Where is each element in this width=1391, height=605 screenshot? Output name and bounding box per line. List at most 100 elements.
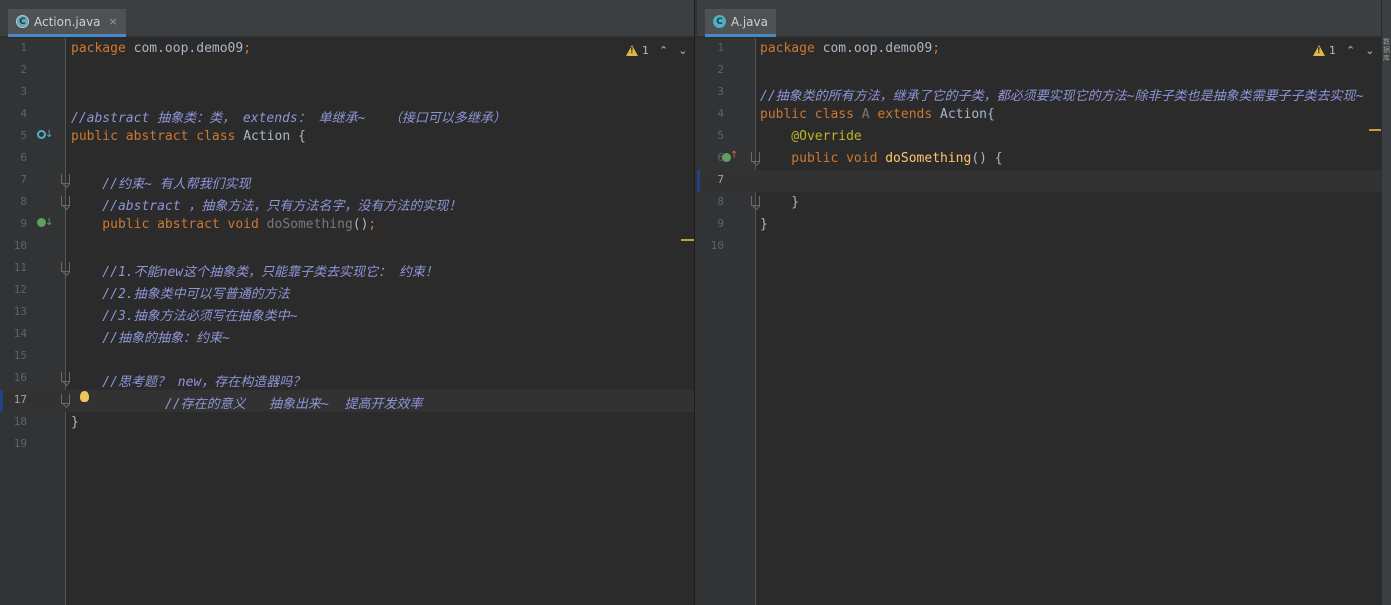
code-line[interactable]: 5 public abstract class Action { xyxy=(0,126,694,148)
code-line[interactable]: 1 package com.oop.demo09; xyxy=(0,38,694,60)
code-line[interactable]: 19 xyxy=(0,434,694,456)
line-number: 12 xyxy=(13,283,27,296)
warning-icon xyxy=(1313,45,1325,56)
code-line[interactable]: 5 @Override xyxy=(697,126,1381,148)
fold-icon[interactable] xyxy=(751,152,760,162)
line-number: 1 xyxy=(20,41,27,54)
code-token: //abstract ，抽象方法，只有方法名字，没有方法的实现！ xyxy=(71,199,462,214)
implemented-down-arrow-icon: ↓ xyxy=(45,217,54,228)
warning-icon xyxy=(626,45,638,56)
code-token: } xyxy=(760,195,800,210)
editor-pane-action: C Action.java × 1 package com.oop.demo09;… xyxy=(0,0,694,605)
code-line[interactable]: 3 xyxy=(0,82,694,104)
warning-stripe-marker[interactable] xyxy=(681,239,694,241)
code-line[interactable]: 14 //抽象的抽象：约束~ xyxy=(0,324,694,346)
code-line[interactable]: 2 xyxy=(0,60,694,82)
line-number: 16 xyxy=(13,371,27,384)
code-text: public abstract void doSomething(); xyxy=(71,217,376,232)
previous-highlight-icon[interactable]: ⌃ xyxy=(659,44,668,57)
code-text: //3.抽象方法必须写在抽象类中~ xyxy=(71,305,297,324)
lightbulb-icon[interactable] xyxy=(80,391,89,402)
fold-icon[interactable] xyxy=(61,372,70,382)
code-line[interactable]: 1 package com.oop.demo09; xyxy=(697,38,1381,60)
code-token: public class xyxy=(760,107,862,122)
fold-icon[interactable] xyxy=(61,394,70,404)
code-text: public void doSomething() { xyxy=(760,151,1002,166)
code-text: public abstract class Action { xyxy=(71,129,306,144)
code-token: A xyxy=(861,107,878,122)
fold-icon[interactable] xyxy=(61,262,70,272)
code-text: } xyxy=(760,195,799,210)
code-token: ; xyxy=(243,41,252,56)
next-highlight-icon[interactable]: ⌄ xyxy=(1365,44,1374,57)
code-token: Action{ xyxy=(940,107,995,122)
inspection-widget[interactable]: 1 ⌃ ⌄ xyxy=(1313,44,1374,57)
inspection-widget[interactable]: 1 ⌃ ⌄ xyxy=(626,44,687,57)
code-line[interactable]: 10 xyxy=(697,236,1381,258)
code-line[interactable]: 18} xyxy=(0,412,694,434)
code-text: //2.抽象类中可以写普通的方法 xyxy=(71,283,290,302)
code-line[interactable]: 2 xyxy=(697,60,1381,82)
code-token: //2.抽象类中可以写普通的方法 xyxy=(71,287,290,302)
fold-icon[interactable] xyxy=(751,196,760,206)
line-number: 8 xyxy=(717,195,724,208)
fold-icon[interactable] xyxy=(61,196,70,206)
previous-highlight-icon[interactable]: ⌃ xyxy=(1346,44,1355,57)
editor-tab-bar: C A.java xyxy=(697,0,1381,37)
code-line[interactable]: 3 //抽象类的所有方法，继承了它的子类，都必须要实现它的方法~除非子类也是抽象类… xyxy=(697,82,1381,104)
code-line[interactable]: 12 //2.抽象类中可以写普通的方法 xyxy=(0,280,694,302)
code-line[interactable]: 4 //abstract 抽象类：类， extends： 单继承~ （接口可以多继… xyxy=(0,104,694,126)
code-text: //abstract ，抽象方法，只有方法名字，没有方法的实现！ xyxy=(71,195,461,214)
next-highlight-icon[interactable]: ⌄ xyxy=(678,44,687,57)
code-token: ; xyxy=(932,41,941,56)
code-line[interactable]: 9} xyxy=(697,214,1381,236)
line-number: 2 xyxy=(20,63,27,76)
code-token: package xyxy=(71,41,134,56)
code-text: //抽象的抽象：约束~ xyxy=(71,327,230,346)
warning-count: 1 xyxy=(1329,44,1336,57)
code-token: } xyxy=(760,217,768,232)
code-text: //思考题？ new，存在构造器吗？ xyxy=(71,371,305,390)
line-number: 6 xyxy=(717,151,724,164)
line-number: 10 xyxy=(13,239,27,252)
code-line[interactable]: 8 //abstract ，抽象方法，只有方法名字，没有方法的实现！ xyxy=(0,192,694,214)
code-line[interactable]: 11 //1.不能new这个抽象类，只能靠子类去实现它： 约束！ xyxy=(0,258,694,280)
tab-action-java[interactable]: C Action.java × xyxy=(8,9,126,37)
code-token: extends xyxy=(877,107,941,122)
code-line[interactable]: 15 xyxy=(0,346,694,368)
code-line[interactable]: 4 public class A extends Action{ xyxy=(697,104,1381,126)
database-strip-label: 数据库 xyxy=(1383,38,1390,62)
code-token: @Override xyxy=(760,129,862,144)
code-line[interactable]: 8 } xyxy=(697,192,1381,214)
abstract-class-icon: C xyxy=(16,15,29,28)
code-token: public void xyxy=(760,151,886,166)
line-number: 13 xyxy=(13,305,27,318)
warning-stripe-marker[interactable] xyxy=(1369,129,1381,131)
code-line[interactable]: 17 //存在的意义 抽象出来~ 提高开发效率 xyxy=(0,390,694,412)
code-token: public abstract void xyxy=(71,217,267,232)
code-token: //存在的意义 抽象出来~ 提高开发效率 xyxy=(71,397,423,412)
database-tool-window-strip[interactable]: 数据库 xyxy=(1381,0,1391,605)
line-number: 5 xyxy=(20,129,27,142)
code-token: doSomething xyxy=(885,151,972,166)
code-text: } xyxy=(760,217,768,232)
code-token: Action { xyxy=(243,129,306,144)
code-line[interactable]: 10 xyxy=(0,236,694,258)
line-number: 9 xyxy=(20,217,27,230)
close-icon[interactable]: × xyxy=(109,15,118,28)
implemented-down-arrow-icon: ↓ xyxy=(45,129,54,140)
code-line[interactable]: 6 xyxy=(0,148,694,170)
code-line[interactable]: 9 public abstract void doSomething(); xyxy=(0,214,694,236)
line-number: 14 xyxy=(13,327,27,340)
code-line[interactable]: 7 xyxy=(697,170,1381,192)
code-line[interactable]: 6 public void doSomething() { xyxy=(697,148,1381,170)
code-line[interactable]: 7 //约束~ 有人帮我们实现 xyxy=(0,170,694,192)
fold-icon[interactable] xyxy=(61,174,70,184)
line-number: 17 xyxy=(13,393,27,406)
code-text: public class A extends Action{ xyxy=(760,107,995,122)
line-number: 1 xyxy=(717,41,724,54)
code-line[interactable]: 16 //思考题？ new，存在构造器吗？ xyxy=(0,368,694,390)
tab-a-java[interactable]: C A.java xyxy=(705,9,776,37)
code-line[interactable]: 13 //3.抽象方法必须写在抽象类中~ xyxy=(0,302,694,324)
code-token: ; xyxy=(368,217,377,232)
